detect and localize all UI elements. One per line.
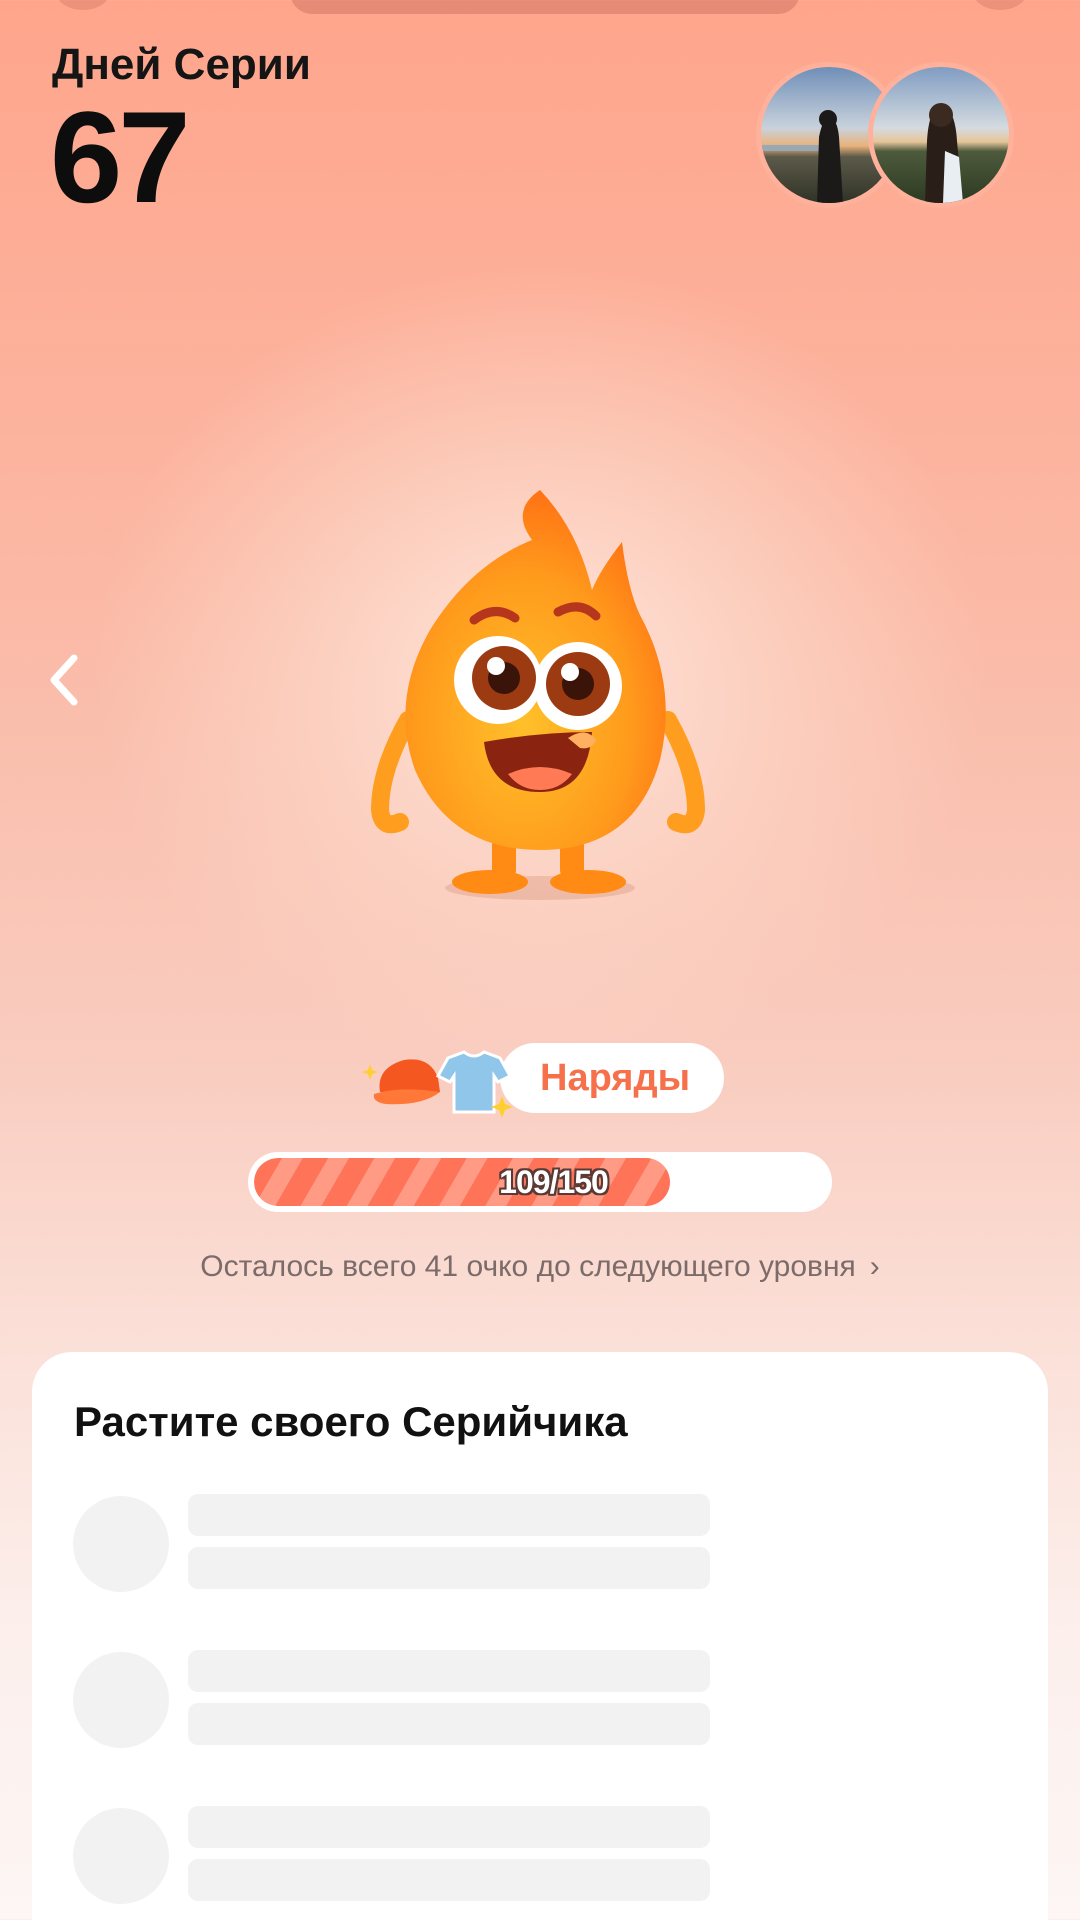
friend-avatar-2[interactable] — [868, 62, 1014, 208]
skeleton-line — [188, 1703, 710, 1745]
tshirt-icon — [435, 1050, 513, 1114]
outfits-label: Наряды — [500, 1043, 725, 1113]
card-title: Растите своего Серийчика — [74, 1398, 628, 1445]
skeleton-row — [73, 1650, 710, 1750]
flame-mascot[interactable] — [360, 470, 720, 910]
progress-text: 109/150 — [499, 1163, 609, 1200]
skeleton-line — [188, 1806, 710, 1848]
level-progress-bar: 109/150 — [248, 1152, 832, 1212]
skeleton-line — [188, 1547, 710, 1589]
skeleton-avatar — [73, 1652, 169, 1748]
chevron-right-icon: › — [869, 1250, 880, 1283]
skeleton-line — [188, 1494, 710, 1536]
top-left-control[interactable] — [55, 0, 111, 10]
chevron-left-icon[interactable] — [44, 652, 84, 708]
skeleton-line — [188, 1859, 710, 1901]
hint-text: Осталось всего 41 очко до следующего уро… — [200, 1250, 856, 1283]
top-segment-control[interactable] — [290, 0, 800, 14]
skeleton-avatar — [73, 1808, 169, 1904]
skeleton-row — [73, 1494, 710, 1594]
progress-track: 109/150 — [254, 1158, 826, 1206]
outfits-icons — [360, 1038, 520, 1118]
cap-icon — [373, 1059, 440, 1105]
streak-count: 67 — [50, 84, 191, 230]
top-right-control[interactable] — [972, 0, 1028, 10]
next-level-hint[interactable]: Осталось всего 41 очко до следующего уро… — [0, 1250, 1080, 1284]
skeleton-avatar — [73, 1496, 169, 1592]
skeleton-row — [73, 1806, 710, 1906]
grow-card: Растите своего Серийчика — [32, 1352, 1048, 1920]
outfits-button[interactable]: Наряды — [360, 1042, 725, 1118]
streak-label: Дней Серии — [52, 40, 311, 89]
skeleton-line — [188, 1650, 710, 1692]
avatar-photo-2 — [873, 67, 1009, 203]
